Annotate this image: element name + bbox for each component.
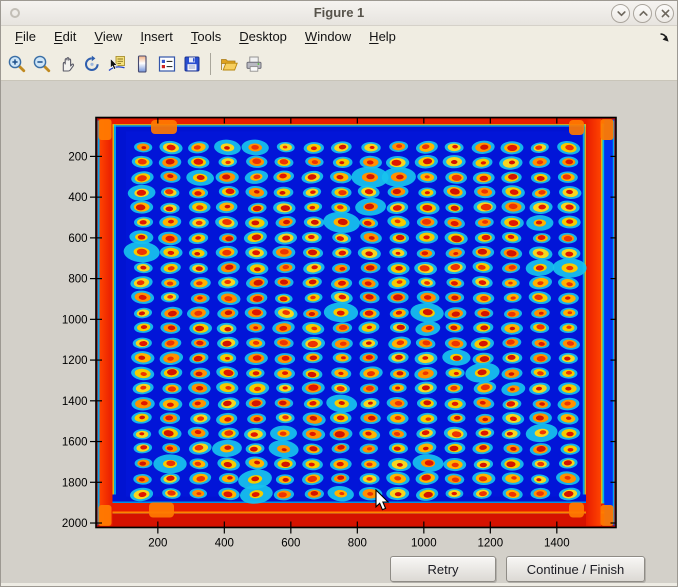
- data-cursor-icon: [107, 54, 127, 74]
- figure-canvas: 200 400 600 800 1000 1200 1400 200 400 600 800 1000…: [1, 81, 677, 587]
- y-tick-label: 1600: [62, 437, 88, 449]
- maximize-button[interactable]: [633, 4, 652, 23]
- menu-insert[interactable]: Insert: [131, 27, 182, 47]
- zoom-in-icon: [7, 54, 27, 74]
- window-title: Figure 1: [1, 5, 677, 20]
- plate-image-axes[interactable]: 200 400 600 800 1000 1200 1400 200 400 600 800 1000…: [1, 81, 678, 587]
- colorbar-icon: [132, 54, 152, 74]
- continue-finish-button[interactable]: Continue / Finish: [506, 556, 645, 582]
- y-tick-label: 200: [68, 151, 87, 163]
- titlebar: Figure 1: [1, 1, 677, 26]
- toolbar-separator: [210, 53, 211, 75]
- y-tick-label: 800: [68, 274, 87, 286]
- x-tick-label: 200: [148, 538, 167, 550]
- insert-colorbar-button[interactable]: [131, 52, 153, 76]
- dock-figure-icon[interactable]: [658, 31, 670, 46]
- y-tick-label: 1200: [62, 355, 88, 367]
- window-bottom-edge: [1, 583, 677, 587]
- printer-icon: [244, 54, 264, 74]
- pan-button[interactable]: [56, 52, 78, 76]
- menu-desktop[interactable]: Desktop: [230, 27, 296, 47]
- menu-view[interactable]: View: [85, 27, 131, 47]
- zoom-out-icon: [32, 54, 52, 74]
- x-tick-label: 1000: [411, 538, 437, 550]
- chevron-up-icon: [634, 4, 651, 23]
- y-tick-label: 1400: [62, 396, 88, 408]
- pan-hand-icon: [57, 54, 77, 74]
- zoom-in-button[interactable]: [6, 52, 28, 76]
- open-folder-icon: [219, 54, 239, 74]
- y-tick-label: 1000: [62, 314, 88, 326]
- shade-button[interactable]: [611, 4, 630, 23]
- menu-file[interactable]: File: [6, 27, 45, 47]
- save-icon: [182, 54, 202, 74]
- x-tick-label: 800: [348, 538, 367, 550]
- x-tick-label: 400: [215, 538, 234, 550]
- menu-window[interactable]: Window: [296, 27, 360, 47]
- x-tick-label: 600: [281, 538, 300, 550]
- menu-tools[interactable]: Tools: [182, 27, 230, 47]
- close-icon: [656, 4, 673, 23]
- insert-legend-button[interactable]: [156, 52, 178, 76]
- rotate-3d-icon: [82, 54, 102, 74]
- plate-image[interactable]: [96, 118, 616, 528]
- save-figure-button[interactable]: [181, 52, 203, 76]
- menu-edit[interactable]: Edit: [45, 27, 85, 47]
- chevron-down-icon: [612, 4, 629, 23]
- x-tick-label: 1200: [478, 538, 504, 550]
- menu-help[interactable]: Help: [360, 27, 405, 47]
- print-figure-button[interactable]: [243, 52, 265, 76]
- y-tick-label: 2000: [62, 518, 88, 530]
- y-tick-label: 1800: [62, 477, 88, 489]
- menubar-items: FileEditViewInsertToolsDesktopWindowHelp: [1, 27, 405, 47]
- open-file-button[interactable]: [218, 52, 240, 76]
- retry-button[interactable]: Retry: [390, 556, 496, 582]
- legend-icon: [157, 54, 177, 74]
- window-controls: [611, 4, 674, 23]
- rotate-3d-button[interactable]: [81, 52, 103, 76]
- y-tick-label: 400: [68, 192, 87, 204]
- zoom-out-button[interactable]: [31, 52, 53, 76]
- figure-toolbar: [1, 48, 677, 81]
- figure-window: Figure 1 FileEditViewInsertToolsDesktopW…: [0, 0, 678, 587]
- y-tick-label: 600: [68, 233, 87, 245]
- data-cursor-button[interactable]: [106, 52, 128, 76]
- x-tick-label: 1400: [544, 538, 570, 550]
- close-button[interactable]: [655, 4, 674, 23]
- menubar: FileEditViewInsertToolsDesktopWindowHelp: [1, 26, 677, 48]
